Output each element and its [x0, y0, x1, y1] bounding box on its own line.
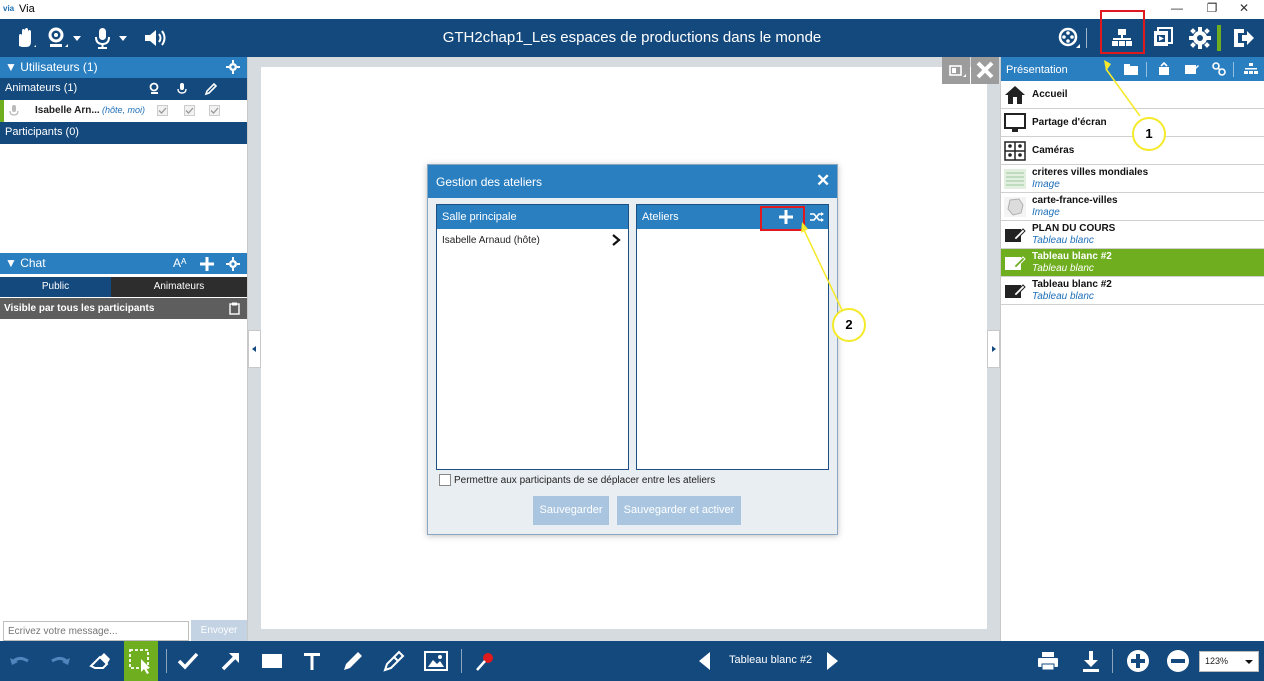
toolbar-divider — [166, 649, 167, 673]
eraser-icon[interactable] — [88, 649, 112, 673]
annotation-overlay — [801, 60, 1141, 311]
select-tool-active[interactable] — [124, 641, 158, 681]
bottom-toolbar: Tableau blanc #2 123% — [0, 641, 1264, 681]
redo-icon[interactable] — [48, 649, 72, 673]
toolbar-divider — [461, 649, 462, 673]
undo-icon[interactable] — [8, 649, 32, 673]
image-tool-icon[interactable] — [424, 649, 448, 673]
checkmark-icon[interactable] — [176, 649, 200, 673]
pen-tool-icon[interactable] — [341, 649, 365, 673]
zoom-value: 123% — [1205, 656, 1229, 666]
page-label: Tableau blanc #2 — [729, 654, 813, 666]
annotation-marker-2: 2 — [832, 308, 866, 342]
zoom-select[interactable]: 123% — [1199, 651, 1259, 672]
zoom-out-icon[interactable] — [1166, 649, 1190, 673]
highlighter-tool-icon[interactable] — [382, 649, 406, 673]
next-page-icon[interactable] — [820, 649, 844, 673]
arrow-tool-icon[interactable] — [219, 649, 243, 673]
print-icon[interactable] — [1036, 649, 1060, 673]
rectangle-tool-icon[interactable] — [260, 649, 284, 673]
zoom-in-icon[interactable] — [1126, 649, 1150, 673]
toolbar-divider — [1112, 649, 1113, 673]
text-tool-icon[interactable] — [300, 649, 324, 673]
previous-page-icon[interactable] — [693, 649, 717, 673]
annotation-marker-1: 1 — [1132, 117, 1166, 151]
zoom-dropdown-icon[interactable] — [1244, 652, 1254, 671]
pin-tool-icon[interactable] — [473, 649, 497, 673]
download-icon[interactable] — [1079, 649, 1103, 673]
